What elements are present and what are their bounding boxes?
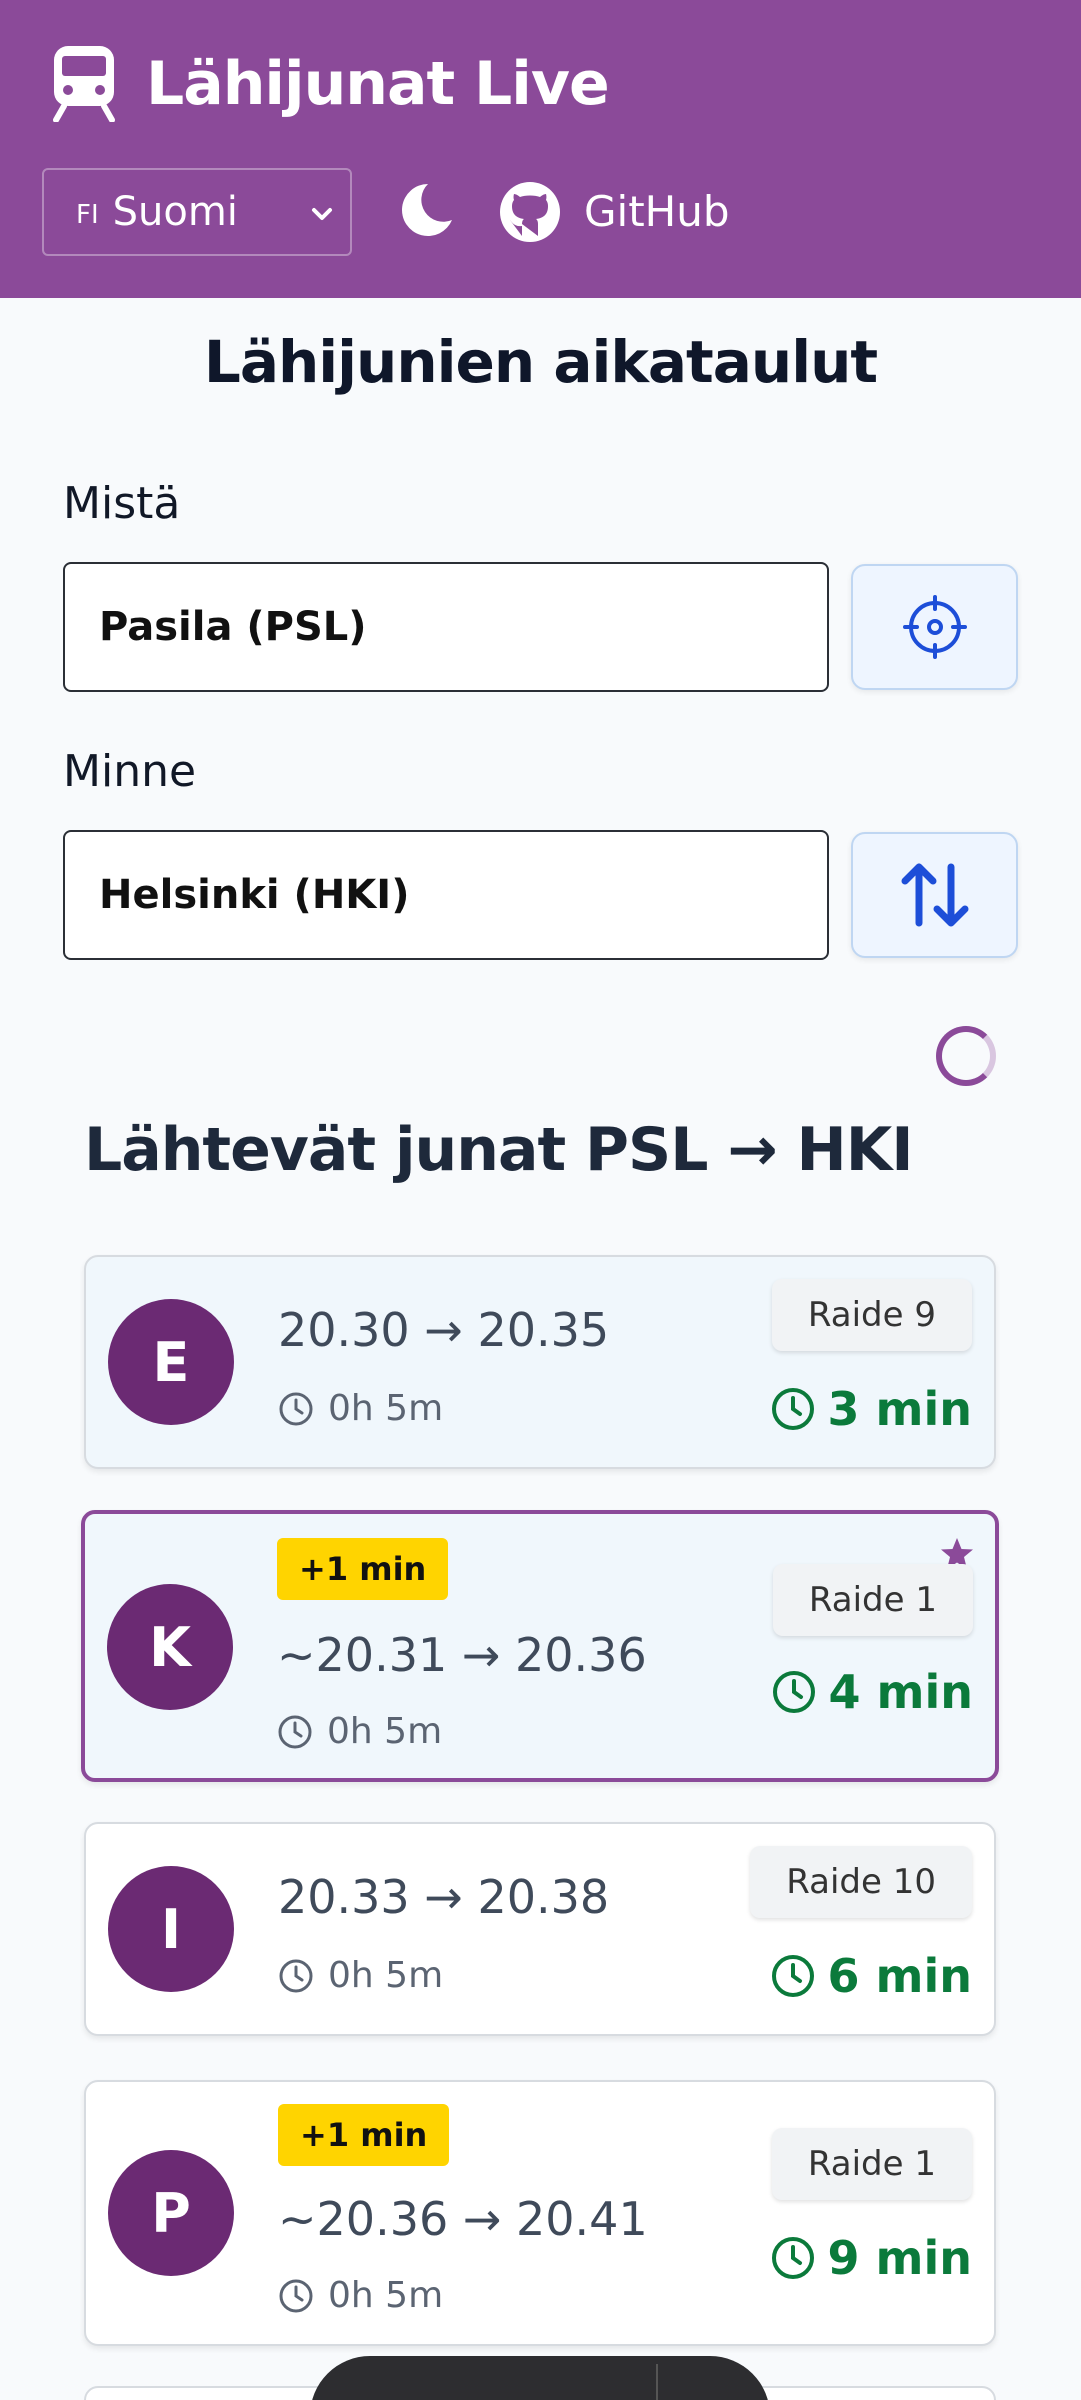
train-duration: 0h 5m [278, 1954, 443, 1998]
minutes-text: 3 min [827, 1382, 972, 1436]
minutes-until-departure: 4 min [771, 1664, 973, 1720]
chevron-down-icon [312, 208, 332, 220]
to-station-input[interactable]: Helsinki (HKI) [63, 830, 829, 960]
line-badge: P [108, 2150, 234, 2276]
swap-button[interactable] [851, 832, 1018, 958]
line-badge: I [108, 1866, 234, 1992]
train-times: ~20.31 → 20.36 [277, 1628, 647, 1682]
train-duration: 0h 5m [277, 1710, 442, 1754]
minutes-text: 4 min [828, 1665, 973, 1719]
minutes-until-departure: 3 min [770, 1381, 972, 1437]
from-station-input[interactable]: Pasila (PSL) [63, 562, 829, 692]
clock-icon [772, 1671, 815, 1713]
line-badge: E [108, 1299, 234, 1425]
toolbar-divider [656, 2364, 658, 2400]
train-card-favorite[interactable]: K +1 min ~20.31 → 20.36 0h 5m Raide 1 4 … [81, 1510, 999, 1782]
clock-icon [279, 1959, 313, 1993]
to-label: Minne [63, 746, 197, 797]
clock-icon [771, 1955, 814, 1997]
train-times: 20.33 → 20.38 [278, 1870, 610, 1924]
github-icon[interactable] [498, 180, 562, 244]
train-times: 20.30 → 20.35 [278, 1303, 610, 1357]
delay-badge: +1 min [277, 1538, 449, 1600]
train-card[interactable]: I 20.33 → 20.38 0h 5m Raide 10 6 min [84, 1822, 996, 2036]
track-badge: Raide 9 [771, 1279, 972, 1351]
language-select[interactable]: FI Suomi [42, 168, 352, 256]
duration-text: 0h 5m [328, 1955, 444, 1996]
train-card[interactable]: P +1 min ~20.36 → 20.41 0h 5m Raide 1 9 … [84, 2080, 996, 2346]
duration-text: 0h 5m [328, 2275, 444, 2316]
duration-text: 0h 5m [328, 1388, 444, 1429]
app-title: Lähijunat Live [146, 49, 610, 119]
minutes-until-departure: 9 min [770, 2230, 972, 2286]
minutes-until-departure: 6 min [770, 1948, 972, 2004]
loading-spinner [936, 1026, 996, 1086]
moon-icon[interactable] [398, 180, 454, 240]
locate-icon [902, 595, 967, 659]
clock-icon [771, 1388, 814, 1430]
minutes-text: 9 min [827, 2231, 972, 2285]
locate-button[interactable] [851, 564, 1018, 690]
train-duration: 0h 5m [278, 1387, 443, 1431]
language-flag: FI [76, 200, 99, 230]
floating-toolbar[interactable] [310, 2356, 770, 2400]
delay-badge: +1 min [278, 2104, 450, 2166]
line-badge: K [107, 1584, 233, 1710]
train-times: ~20.36 → 20.41 [278, 2192, 648, 2246]
track-badge: Raide 10 [750, 1846, 972, 1918]
clock-icon [278, 1715, 312, 1749]
language-label: Suomi [112, 189, 238, 235]
train-card[interactable]: E 20.30 → 20.35 0h 5m Raide 9 3 min [84, 1255, 996, 1469]
app-header: Lähijunat Live FI Suomi GitHub [0, 0, 1081, 298]
from-label: Mistä [63, 478, 181, 529]
swap-icon [901, 863, 968, 927]
github-link[interactable]: GitHub [584, 186, 730, 238]
minutes-text: 6 min [827, 1949, 972, 2003]
track-badge: Raide 1 [771, 2128, 972, 2200]
train-duration: 0h 5m [278, 2274, 443, 2318]
clock-icon [279, 1392, 313, 1426]
train-icon [53, 46, 115, 122]
track-badge: Raide 1 [772, 1564, 973, 1636]
clock-icon [279, 2279, 313, 2313]
page-title: Lähijunien aikataulut [203, 328, 878, 396]
duration-text: 0h 5m [327, 1711, 443, 1752]
departures-title: Lähtevät junat PSL → HKI [84, 1115, 914, 1185]
clock-icon [771, 2237, 814, 2279]
